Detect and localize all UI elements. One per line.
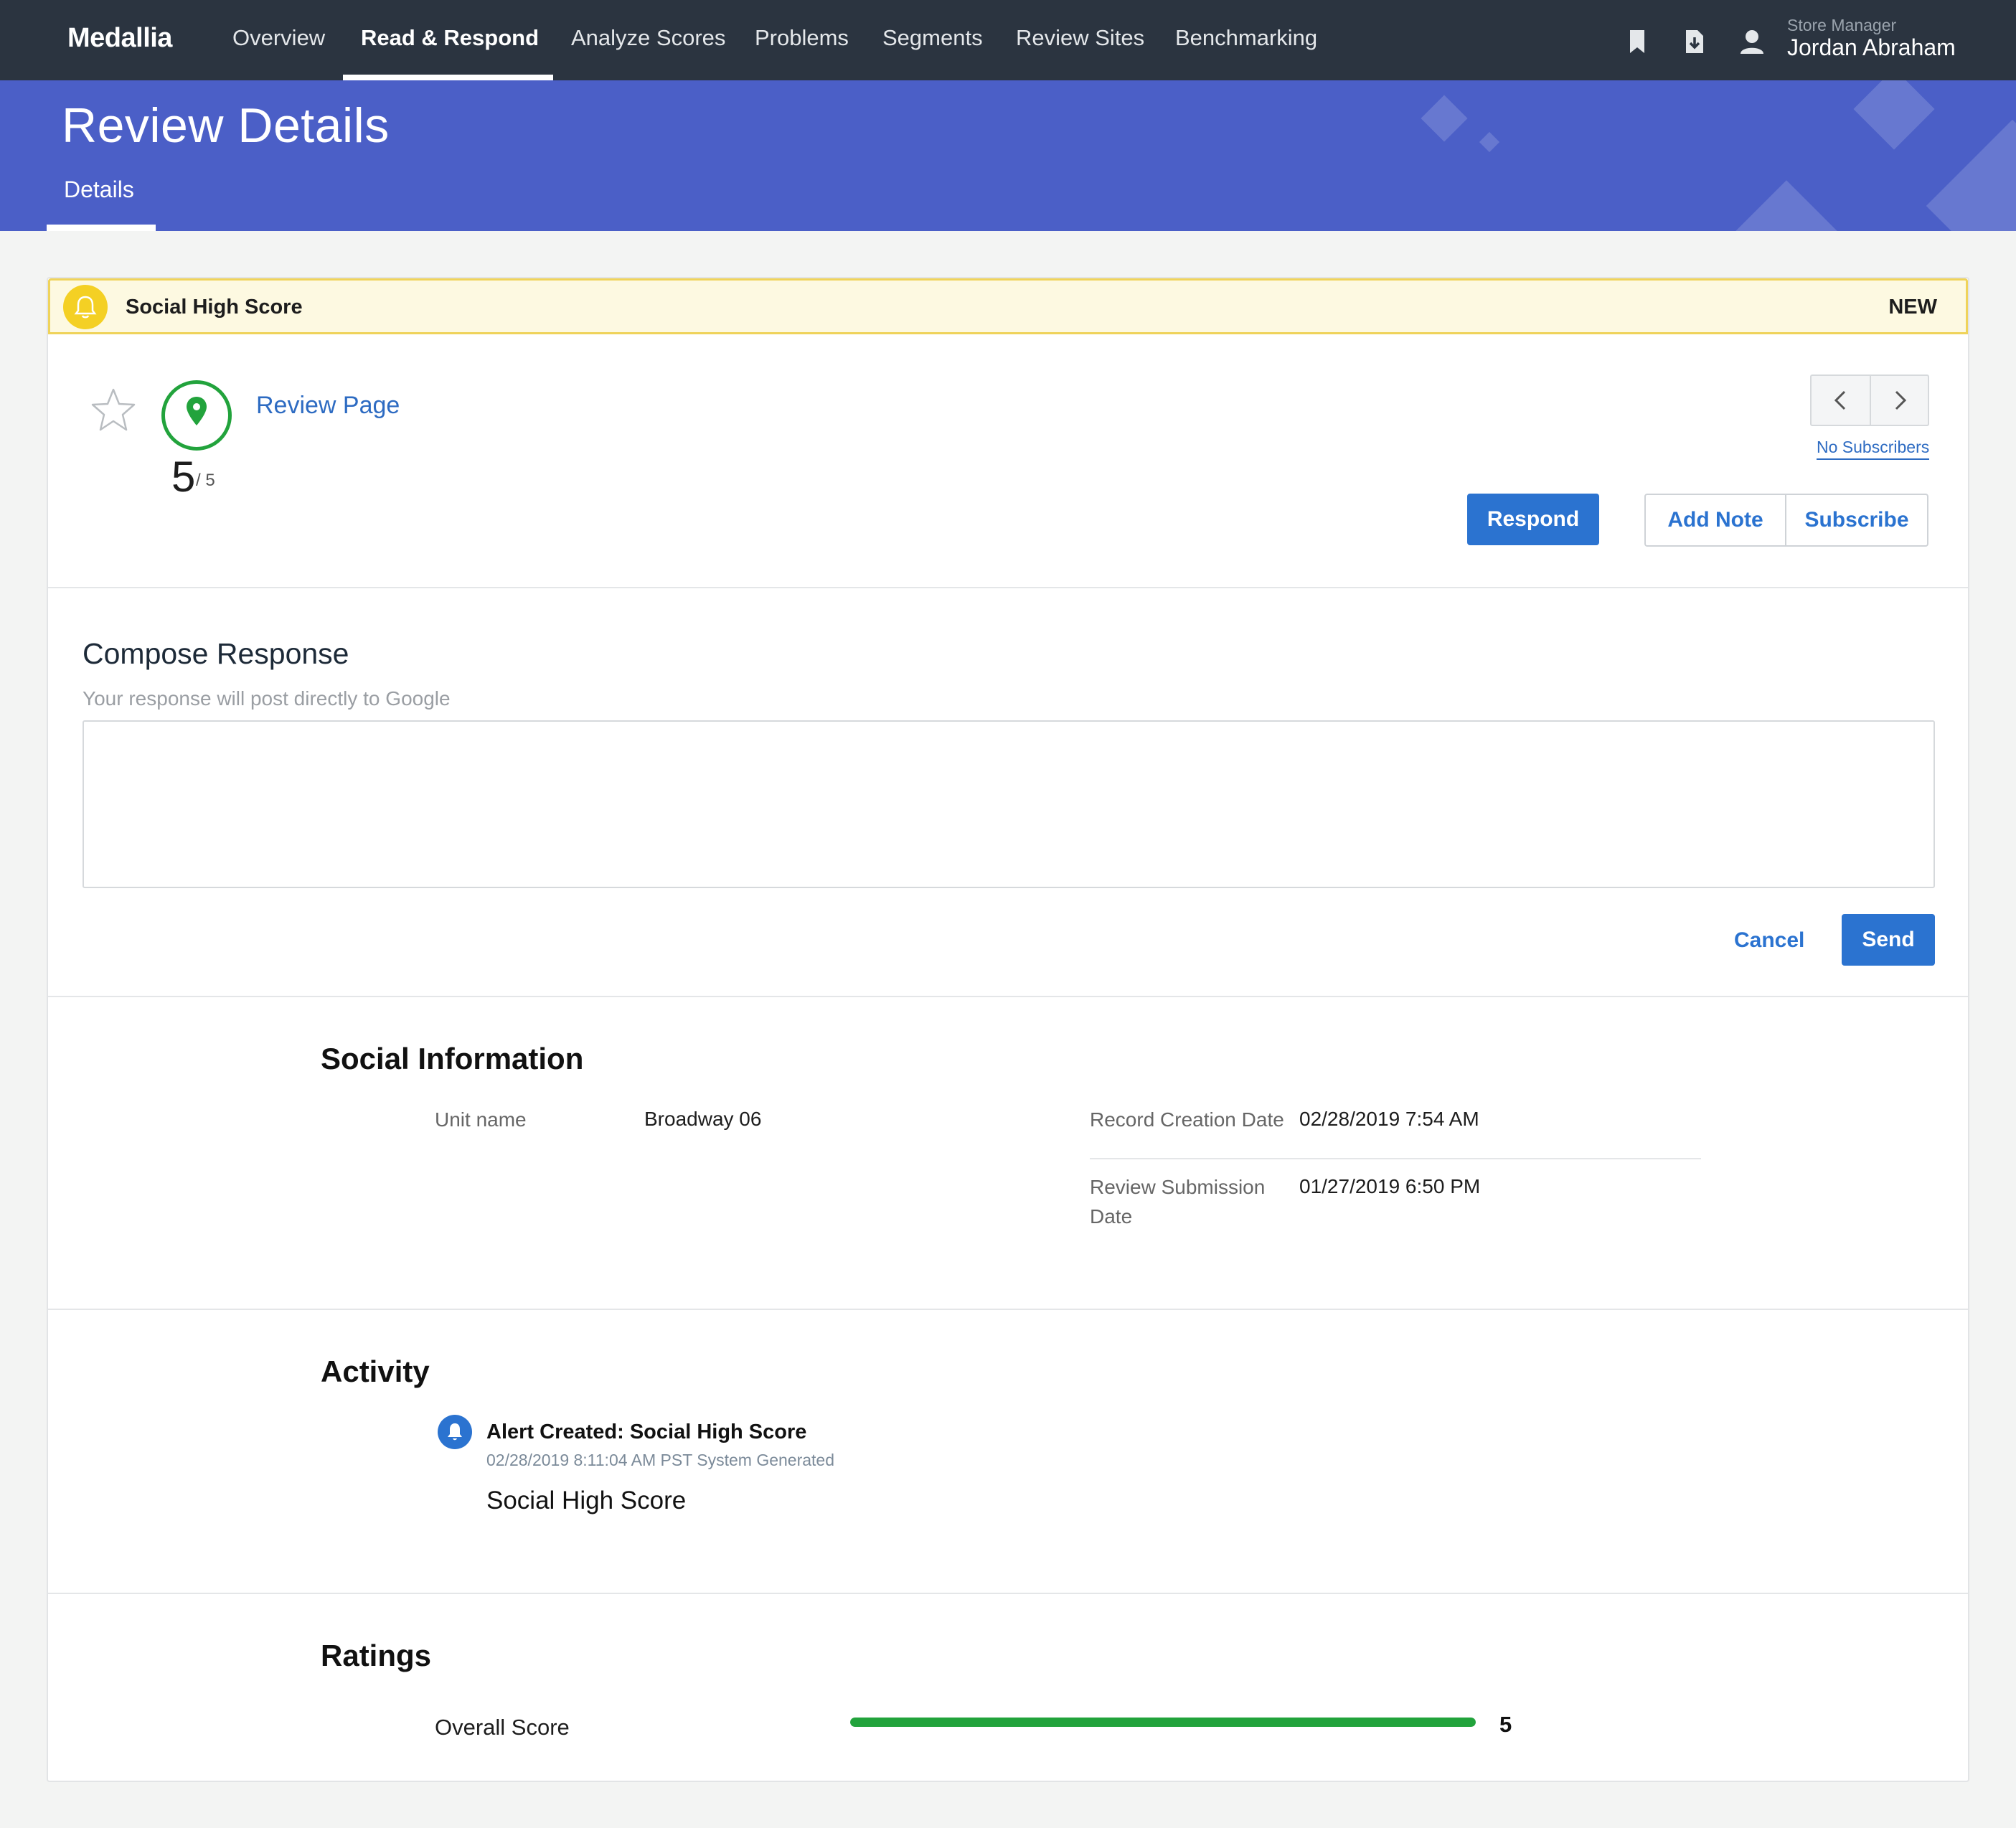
info-row-divider (1090, 1158, 1701, 1159)
nav-review-sites[interactable]: Review Sites (1016, 25, 1144, 51)
ratings-title: Ratings (321, 1639, 432, 1672)
review-page-link[interactable]: Review Page (256, 392, 400, 420)
page-title: Review Details (62, 98, 390, 153)
decorative-diamond (1735, 180, 1837, 231)
record-creation-label: Record Creation Date (1090, 1108, 1284, 1131)
social-information-title: Social Information (321, 1042, 584, 1075)
active-tab-indicator (47, 225, 156, 231)
nav-overview[interactable]: Overview (232, 25, 325, 51)
bell-icon (63, 285, 108, 329)
section-divider (48, 1593, 1968, 1594)
decorative-diamond (1421, 95, 1468, 142)
activity-item-body: Social High Score (486, 1487, 687, 1514)
add-note-button[interactable]: Add Note (1646, 495, 1785, 545)
active-nav-indicator (343, 75, 553, 80)
star-icon[interactable] (90, 386, 137, 433)
alert-banner: Social High Score NEW (48, 278, 1968, 334)
status-badge: NEW (1888, 296, 1937, 319)
overall-score-value: 5 (1499, 1712, 1512, 1737)
user-role: Store Manager (1787, 16, 1897, 34)
subscribers-link[interactable]: No Subscribers (1817, 438, 1930, 460)
alert-title: Social High Score (126, 296, 303, 319)
unit-name-label: Unit name (435, 1108, 527, 1131)
tab-details[interactable]: Details (64, 176, 134, 203)
nav-segments[interactable]: Segments (882, 25, 983, 51)
record-creation-value: 02/28/2019 7:54 AM (1299, 1108, 1479, 1130)
section-divider (48, 1309, 1968, 1310)
activity-item-title: Alert Created: Social High Score (486, 1421, 807, 1443)
page-header: Review Details Details (0, 80, 2016, 231)
send-button[interactable]: Send (1842, 914, 1935, 966)
respond-button[interactable]: Respond (1467, 494, 1599, 545)
nav-benchmarking[interactable]: Benchmarking (1175, 25, 1317, 51)
bell-icon (438, 1415, 472, 1449)
activity-title: Activity (321, 1354, 430, 1388)
source-badge (161, 380, 232, 451)
review-score: 5 (171, 453, 196, 501)
user-name[interactable]: Jordan Abraham (1787, 34, 1956, 61)
unit-name-value: Broadway 06 (644, 1108, 762, 1130)
overall-score-label: Overall Score (435, 1715, 570, 1740)
top-navigation: Medallia Overview Read & Respond Analyze… (0, 0, 2016, 80)
review-submission-label: Review Submission Date (1090, 1176, 1266, 1228)
compose-subtitle: Your response will post directly to Goog… (83, 687, 451, 710)
review-card: Social High Score NEW 5 / 5 Review Page … (47, 277, 1969, 1782)
compose-title: Compose Response (83, 637, 349, 670)
download-icon[interactable] (1680, 27, 1709, 56)
brand-logo[interactable]: Medallia (67, 23, 172, 54)
overall-score-bar (850, 1718, 1476, 1727)
bookmark-icon[interactable] (1623, 27, 1652, 56)
user-icon[interactable] (1738, 27, 1766, 56)
cancel-button[interactable]: Cancel (1734, 928, 1804, 953)
review-submission-value: 01/27/2019 6:50 PM (1299, 1175, 1481, 1197)
overall-score-bar-fill (850, 1718, 1476, 1727)
response-textarea[interactable] (83, 720, 1935, 888)
nav-problems[interactable]: Problems (755, 25, 849, 51)
chevron-right-icon (1895, 390, 1907, 410)
previous-review-button[interactable] (1812, 376, 1870, 425)
decorative-diamond (1479, 131, 1500, 153)
decorative-diamond (1926, 119, 2016, 231)
decorative-diamond (1853, 80, 1935, 150)
review-score-max: / 5 (196, 471, 215, 490)
note-subscribe-group: Add Note Subscribe (1644, 494, 1928, 547)
section-divider (48, 587, 1968, 588)
subscribe-button[interactable]: Subscribe (1786, 495, 1927, 545)
section-divider (48, 996, 1968, 997)
next-review-button[interactable] (1871, 376, 1929, 425)
nav-analyze-scores[interactable]: Analyze Scores (571, 25, 725, 51)
review-pager (1810, 374, 1929, 426)
activity-item-meta: 02/28/2019 8:11:04 AM PST System Generat… (486, 1451, 835, 1469)
chevron-left-icon (1834, 390, 1846, 410)
nav-read-respond[interactable]: Read & Respond (361, 25, 539, 51)
map-pin-icon (187, 397, 207, 425)
